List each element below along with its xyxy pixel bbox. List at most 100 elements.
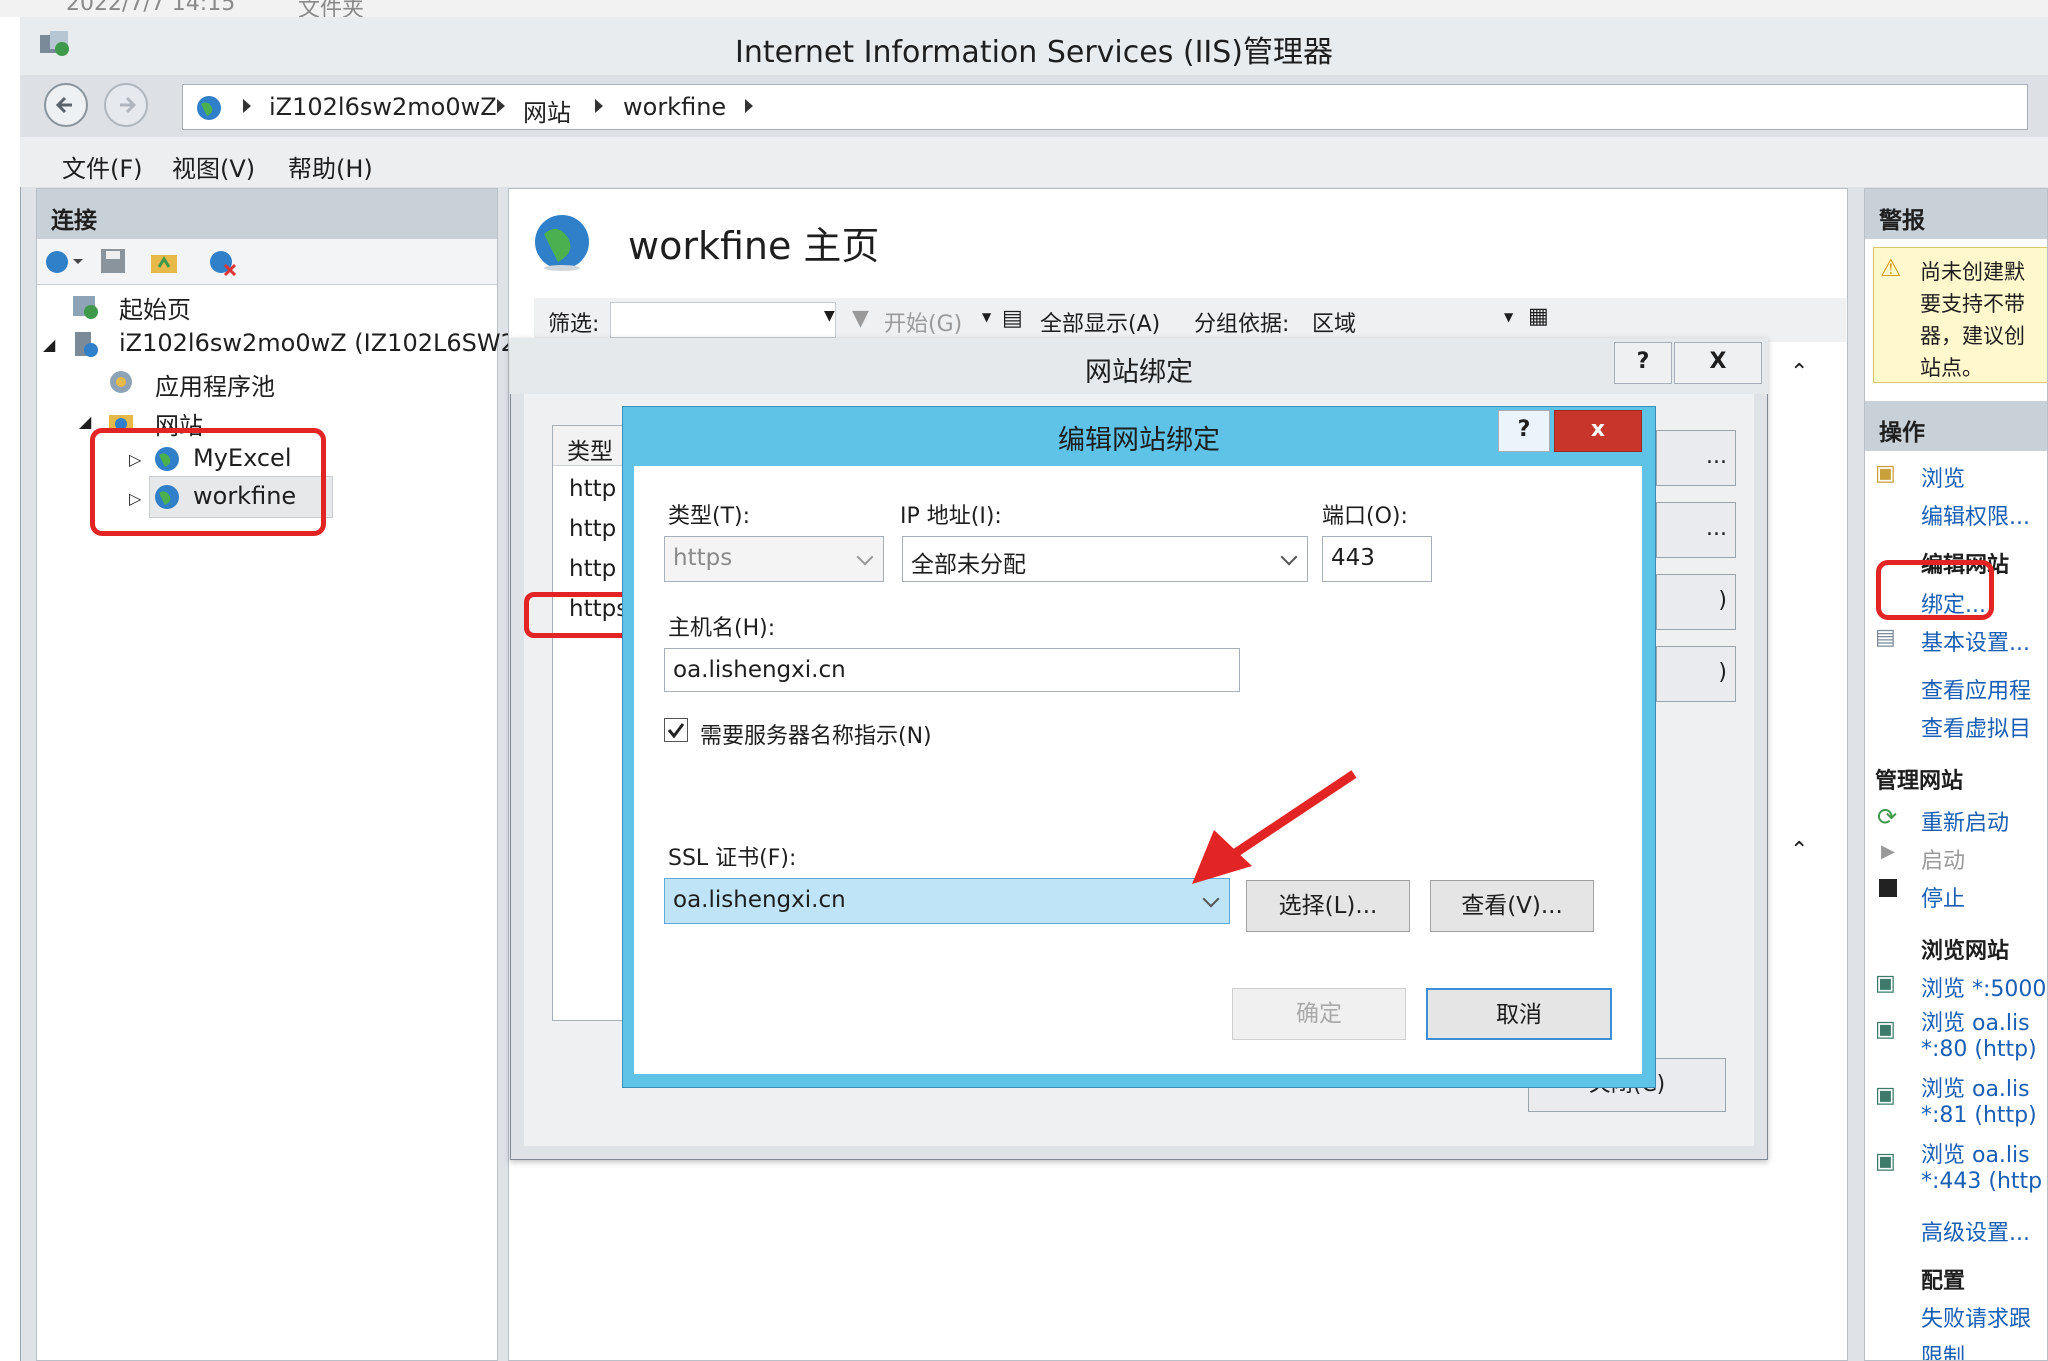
view-cert-button[interactable]: 查看(V)... [1430,880,1594,932]
type-select[interactable]: https [664,536,884,582]
alert-line: 尚未创建默 [1920,260,2025,284]
add-binding-button[interactable]: ... [1656,430,1736,486]
start-icon: ▶ [1881,841,1895,862]
manage-site-header: 管理网站 [1875,769,1964,794]
chevron-down-icon [856,548,874,566]
ssl-certificate-select[interactable]: oa.lishengxi.cn [664,878,1230,924]
action-advanced-settings[interactable]: 高级设置... [1921,1215,2030,1247]
action-view-apps[interactable]: 查看应用程 [1921,673,2031,705]
close-button[interactable]: x [1554,410,1642,452]
action-stop[interactable]: 停止 [1921,881,1965,913]
dropdown-arrow-icon[interactable]: ▼ [824,308,835,324]
action-browse-81[interactable]: 浏览 oa.lis [1921,1071,2030,1103]
menu-help[interactable]: 帮助(H) [288,149,373,184]
up-folder-icon[interactable] [149,247,179,277]
warning-icon: ⚠ [1880,254,1902,282]
top-strip: 2022/7/7 14:15 文件夹 [0,0,2048,17]
show-all-button[interactable]: 全部显示(A) [1040,306,1160,338]
breadcrumb-sites[interactable]: 网站 [523,93,571,128]
breadcrumb-server[interactable]: iZ102l6sw2mo0wZ [269,93,497,121]
type-label: 类型(T): [668,504,751,529]
action-browse-443[interactable]: 浏览 oa.lis [1921,1137,2030,1169]
action-basic-settings[interactable]: 基本设置... [1921,625,2030,657]
chevron-down-icon [1202,890,1220,908]
action-edit-permissions[interactable]: 编辑权限... [1921,499,2030,531]
action-browse-5000[interactable]: 浏览 *:5000 [1921,971,2046,1003]
group-by-label: 分组依据: [1194,312,1290,337]
ok-button[interactable]: 确定 [1232,988,1406,1040]
binding-row[interactable]: http [569,476,616,502]
type-select-value: https [673,545,733,571]
view-mode-icon[interactable]: ▦ [1528,304,1549,329]
red-arrow-icon [1192,770,1357,884]
alert-line: 站点。 [1920,356,1983,380]
action-browse-443-port[interactable]: *:443 (http [1921,1169,2042,1194]
dropdown-arrow-icon[interactable]: ▼ [1504,310,1513,324]
save-icon[interactable] [99,247,129,277]
breadcrumb-arrow-icon [497,99,505,113]
collapse-arrow-icon[interactable]: ◢ [79,412,91,431]
globe-icon [195,94,223,122]
action-browse-80-port[interactable]: *:80 (http) [1921,1037,2037,1062]
scroll-up-icon[interactable]: ⌃ [1790,838,1808,863]
action-failed-requests[interactable]: 失败请求跟 [1921,1301,2031,1333]
top-item: 文件夹 [298,0,365,17]
breadcrumb-site[interactable]: workfine [623,93,726,121]
site-bindings-titlebar: 网站绑定 ? X [510,338,1768,394]
dropdown-arrow-icon[interactable]: ▼ [982,310,991,324]
menu-bar: 文件(F) 视图(V) 帮助(H) [20,137,2048,187]
browse-site-icon: ▣ [1875,1017,1896,1042]
scroll-up-icon[interactable]: ⌃ [1790,360,1808,385]
disconnect-icon[interactable] [207,247,239,277]
action-browse-81-port[interactable]: *:81 (http) [1921,1103,2037,1128]
menu-file[interactable]: 文件(F) [62,149,143,184]
filter-input[interactable] [610,302,836,338]
host-input[interactable]: oa.lishengxi.cn [664,648,1240,692]
edit-binding-button[interactable]: ... [1656,502,1736,558]
back-button[interactable] [44,83,88,127]
restart-icon: ⟳ [1877,803,1898,831]
browse-binding-button[interactable]: ) [1656,646,1736,702]
action-restart[interactable]: 重新启动 [1921,805,2009,837]
port-input[interactable]: 443 [1322,536,1432,582]
show-all-icon: ▤ [1002,306,1023,331]
menu-view[interactable]: 视图(V) [172,149,255,184]
action-view-vdirs[interactable]: 查看虚拟目 [1921,711,2031,743]
binding-row[interactable]: http [569,516,616,542]
browse-site-icon: ▣ [1875,1083,1896,1108]
help-button[interactable]: ? [1498,410,1550,452]
forward-button[interactable] [104,83,148,127]
tree-server[interactable]: iZ102l6sw2mo0wZ (IZ102L6SW2M [119,329,537,357]
breadcrumb-arrow-icon [745,99,753,113]
binding-row[interactable]: http [569,556,616,582]
action-start[interactable]: 启动 [1921,843,1965,875]
sni-checkbox[interactable] [664,718,688,742]
highlight-workfine-mark [90,428,326,536]
action-limits[interactable]: 限制... [1921,1339,1986,1360]
host-label: 主机名(H): [668,616,776,641]
column-type[interactable]: 类型 [567,432,613,466]
go-button[interactable]: 开始(G) [884,306,962,338]
help-button[interactable]: ? [1614,342,1672,384]
browse-site-icon: ▣ [1875,1149,1896,1174]
ip-select[interactable]: 全部未分配 [902,536,1308,582]
close-button[interactable]: X [1674,342,1762,384]
browse-site-icon: ▣ [1875,971,1896,996]
tree-app-pools[interactable]: 应用程序池 [155,367,275,402]
ip-select-value: 全部未分配 [911,552,1026,578]
highlight-https-mark [524,592,632,638]
top-date: 2022/7/7 14:15 [66,0,236,16]
cancel-button[interactable]: 取消 [1426,988,1612,1040]
collapse-arrow-icon[interactable]: ◢ [43,335,55,354]
edit-binding-titlebar: 编辑网站绑定 ? x [622,406,1656,462]
address-bar[interactable]: iZ102l6sw2mo0wZ 网站 workfine [182,84,2028,130]
group-by-select[interactable]: 区域 [1312,306,1356,338]
title-bar: Internet Information Services (IIS)管理器 [20,17,2048,75]
action-browse-80[interactable]: 浏览 oa.lis [1921,1005,2030,1037]
connect-icon[interactable] [43,247,83,277]
sni-label[interactable]: 需要服务器名称指示(N) [700,718,932,750]
tree-start-page[interactable]: 起始页 [119,290,191,325]
action-browse[interactable]: 浏览 [1921,461,1965,493]
remove-binding-button[interactable]: ) [1656,574,1736,630]
actions-panel: 警报 ⚠ 尚未创建默 要支持不带 器，建议创 站点。 操作 ▣ 浏览 编辑权限.… [1864,188,2048,1361]
